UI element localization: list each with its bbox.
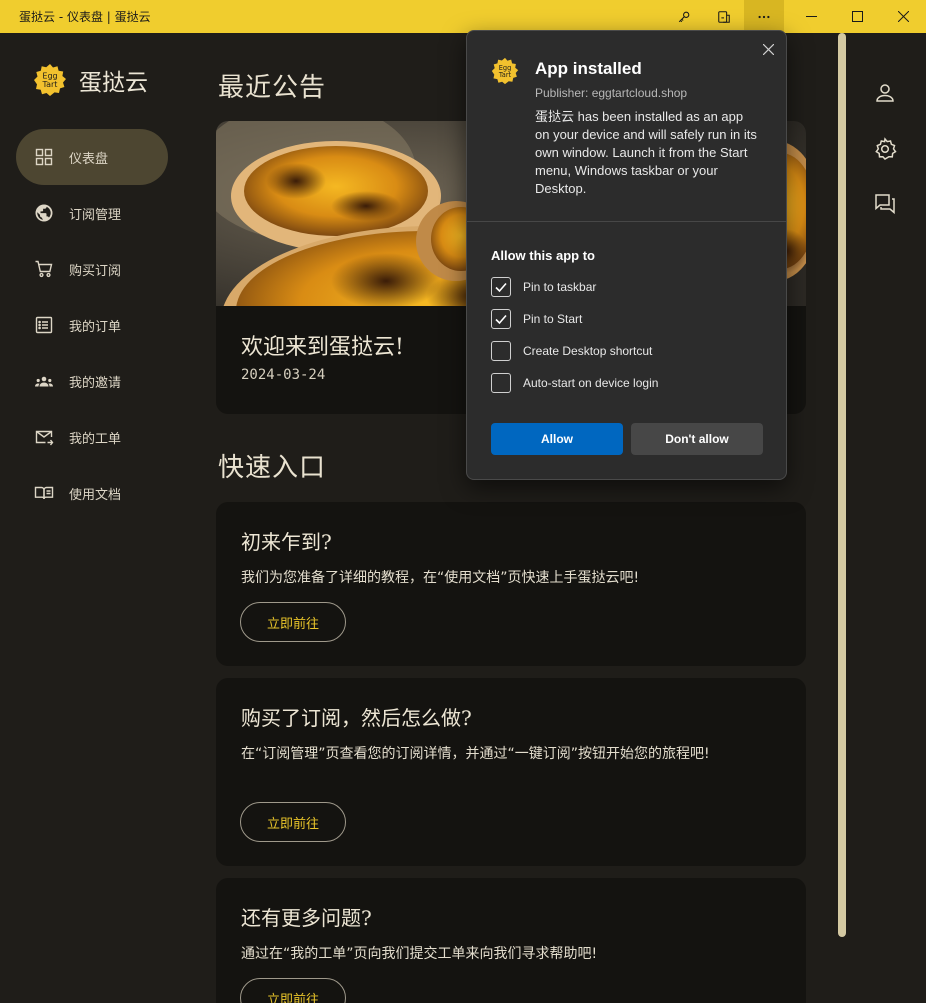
quick-card-text: 我们为您准备了详细的教程，在“使用文档”页快速上手蛋挞云吧!	[241, 570, 640, 586]
quick-card-text: 通过在“我的工单”页向我们提交工单来向我们寻求帮助吧!	[241, 946, 598, 962]
announcements-title: 最近公告	[218, 73, 327, 103]
app-available-icon[interactable]	[704, 0, 744, 33]
auto-start-checkbox[interactable]: Auto-start on device login	[491, 373, 658, 393]
book-icon	[34, 486, 54, 500]
checkbox-box[interactable]	[491, 341, 511, 361]
checkbox-label: Pin to Start	[523, 312, 583, 326]
quick-card-title: 购买了订阅，然后怎么做?	[241, 706, 472, 730]
go-docs-button[interactable]: 立即前往	[240, 602, 346, 642]
brand-name: 蛋挞云	[79, 70, 148, 96]
sidebar-item-label: 订阅管理	[69, 207, 122, 223]
quick-card-more-questions: 还有更多问题? 通过在“我的工单”页向我们提交工单来向我们寻求帮助吧! 立即前往	[216, 878, 806, 1003]
dialog-description: 蛋挞云 has been installed as an app on your…	[535, 109, 757, 196]
sidebar-item-docs[interactable]: 使用文档	[16, 465, 168, 521]
pin-taskbar-checkbox[interactable]: Pin to taskbar	[491, 277, 596, 297]
chat-icon[interactable]	[873, 192, 897, 216]
dialog-publisher: Publisher: eggtartcloud.shop	[535, 86, 688, 100]
globe-icon	[35, 204, 53, 222]
maximize-icon[interactable]	[834, 0, 880, 33]
sidebar-item-orders[interactable]: 我的订单	[16, 297, 168, 353]
logo-icon: Egg Tart	[34, 64, 66, 96]
announcement-title: 欢迎来到蛋挞云!	[241, 335, 404, 360]
checkbox-label: Auto-start on device login	[523, 376, 659, 390]
dashboard-icon	[35, 148, 53, 166]
quick-card-after-purchase: 购买了订阅，然后怎么做? 在“订阅管理”页查看您的订阅详情，并通过“一键订阅”按…	[216, 678, 806, 866]
sidebar-item-dashboard[interactable]: 仪表盘	[16, 129, 168, 185]
list-icon	[35, 316, 53, 334]
check-icon	[495, 314, 507, 325]
more-icon[interactable]	[744, 0, 784, 33]
dialog-close-icon[interactable]	[758, 39, 778, 59]
group-icon	[35, 376, 53, 387]
quick-card-text: 在“订阅管理”页查看您的订阅详情，并通过“一键订阅”按钮开始您的旅程吧!	[241, 746, 710, 762]
dialog-title: App installed	[535, 59, 642, 78]
user-icon[interactable]	[873, 81, 897, 105]
close-icon[interactable]	[880, 0, 926, 33]
go-tickets-button[interactable]: 立即前往	[240, 978, 346, 1003]
minimize-icon[interactable]	[788, 0, 834, 33]
cart-icon	[35, 260, 53, 278]
allow-button[interactable]: Allow	[491, 423, 623, 455]
dialog-divider	[467, 221, 786, 222]
sidebar: Egg Tart 蛋挞云 仪表盘 订阅管理 购买订阅 我的订单 我的邀请 我的工…	[0, 33, 186, 1003]
desktop-shortcut-checkbox[interactable]: Create Desktop shortcut	[491, 341, 652, 361]
title-bar: 蛋挞云 - 仪表盘 | 蛋挞云	[0, 0, 926, 33]
app-logo-text-2: Tart	[498, 71, 512, 79]
nav-menu: 仪表盘 订阅管理 购买订阅 我的订单 我的邀请 我的工单 使用文档	[16, 129, 168, 521]
allow-section-title: Allow this app to	[491, 248, 595, 263]
sidebar-item-tickets[interactable]: 我的工单	[16, 409, 168, 465]
window-title: 蛋挞云 - 仪表盘 | 蛋挞云	[19, 10, 151, 24]
sidebar-item-label: 我的订单	[69, 319, 122, 335]
sidebar-item-label: 我的工单	[69, 431, 122, 447]
pin-start-checkbox[interactable]: Pin to Start	[491, 309, 582, 329]
sidebar-item-label: 我的邀请	[69, 375, 122, 391]
app-logo-icon: Egg Tart	[491, 57, 519, 85]
key-icon[interactable]	[664, 0, 704, 33]
quick-card-title: 还有更多问题?	[241, 906, 372, 930]
sidebar-item-invites[interactable]: 我的邀请	[16, 353, 168, 409]
sidebar-item-label: 使用文档	[69, 487, 122, 503]
sidebar-item-subscriptions[interactable]: 订阅管理	[16, 185, 168, 241]
quick-card-title: 初来乍到?	[241, 530, 332, 554]
logo-text-2: Tart	[42, 80, 58, 89]
scrollbar-thumb[interactable]	[838, 33, 846, 937]
go-subscriptions-button[interactable]: 立即前往	[240, 802, 346, 842]
dont-allow-button[interactable]: Don't allow	[631, 423, 763, 455]
app-installed-dialog: Egg Tart App installed Publisher: eggtar…	[466, 30, 787, 480]
checkbox-label: Pin to taskbar	[523, 280, 597, 294]
sidebar-item-buy[interactable]: 购买订阅	[16, 241, 168, 297]
checkbox-label: Create Desktop shortcut	[523, 344, 653, 358]
brand[interactable]: Egg Tart 蛋挞云	[33, 63, 148, 97]
quick-access-title: 快速入口	[218, 453, 327, 483]
checkbox-box[interactable]	[491, 277, 511, 297]
sidebar-item-label: 购买订阅	[69, 263, 122, 279]
sidebar-item-label: 仪表盘	[69, 151, 109, 167]
checkbox-box[interactable]	[491, 309, 511, 329]
mail-forward-icon	[35, 430, 54, 446]
settings-icon[interactable]	[873, 137, 897, 161]
checkbox-box[interactable]	[491, 373, 511, 393]
announcement-date: 2024-03-24	[241, 367, 326, 383]
quick-card-getting-started: 初来乍到? 我们为您准备了详细的教程，在“使用文档”页快速上手蛋挞云吧! 立即前…	[216, 502, 806, 666]
check-icon	[495, 282, 507, 293]
